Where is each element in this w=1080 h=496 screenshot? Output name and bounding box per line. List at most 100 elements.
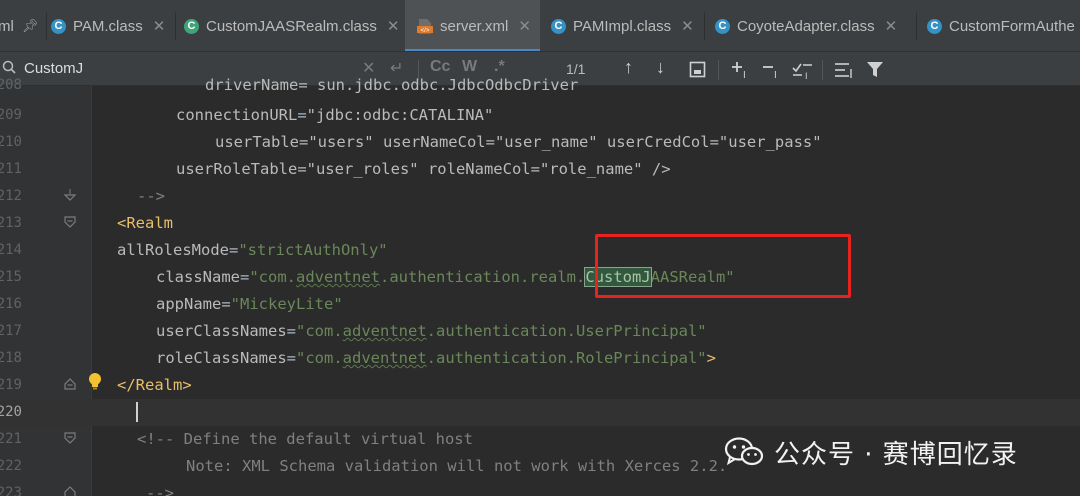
pin-icon[interactable]: 📌︎	[22, 18, 39, 34]
tag-close-bracket: >	[706, 349, 716, 367]
code-line-210: userTable="users" userNameCol="user_name…	[215, 129, 822, 156]
line-number: 220	[0, 404, 22, 420]
svg-text:I: I	[743, 70, 746, 80]
code-line-217: userClassNames="com.adventnet.authentica…	[156, 322, 707, 340]
filter-lines-icon[interactable]	[834, 61, 854, 79]
class-icon: C	[927, 18, 942, 34]
tab-label: CoyoteAdapter.class	[737, 17, 875, 35]
attr-value: "strictAuthOnly"	[238, 241, 388, 259]
line-number: 214	[0, 242, 22, 258]
attr-value-prefix: "com.	[249, 268, 297, 286]
fold-end-icon[interactable]	[64, 378, 76, 390]
line-number: 216	[0, 296, 22, 312]
attr-name: userClassNames	[156, 322, 287, 340]
tab-customformauthe[interactable]: C CustomFormAuthe	[917, 0, 1080, 51]
code-line-209: connectionURL="jdbc:odbc:CATALINA"	[176, 106, 494, 124]
code-line-213: <Realm	[117, 210, 173, 237]
tab-pamimpl-class[interactable]: C PAMImpl.class ✕	[541, 0, 704, 51]
code-line-214: allRolesMode="strictAuthOnly"	[117, 241, 388, 259]
typo-underline: adventnet	[342, 349, 427, 367]
code-line-208: driverName= sun.jdbc.odbc.JdbcOdbcDriver	[205, 72, 578, 99]
line-number: 213	[0, 215, 22, 231]
svg-text:I: I	[805, 71, 808, 80]
tab-ml[interactable]: ml 📌︎	[0, 0, 46, 51]
toolbar-divider	[822, 60, 823, 80]
search-input[interactable]: CustomJ	[24, 60, 83, 77]
svg-text:</>: </>	[421, 28, 430, 34]
code-line-216: appName="MickeyLite"	[156, 295, 343, 313]
tab-coyoteadapter-class[interactable]: C CoyoteAdapter.class ✕	[705, 0, 916, 51]
fold-end-icon[interactable]	[64, 189, 76, 201]
xml-file-icon: </>	[417, 18, 433, 34]
line-number: 211	[0, 161, 22, 177]
class-icon: C	[715, 18, 730, 34]
line-number: 209	[0, 107, 22, 123]
next-occurrence-icon[interactable]: ↓	[656, 57, 665, 78]
fold-start-icon[interactable]	[64, 432, 76, 444]
tab-customjaasrealm-class[interactable]: C CustomJAASRealm.class ✕	[176, 0, 404, 51]
svg-text:I: I	[774, 70, 777, 80]
attr-name: connectionURL	[176, 106, 298, 124]
remove-occurrence-icon[interactable]: I	[762, 60, 782, 80]
lightbulb-icon[interactable]	[87, 372, 103, 390]
line-number: 215	[0, 269, 22, 285]
code-line-219: </Realm>	[117, 372, 192, 399]
attr-value: "jdbc:odbc:CATALINA"	[306, 106, 494, 124]
code-line-223: -->	[146, 480, 174, 496]
tab-label: PAMImpl.class	[573, 17, 672, 35]
comment-end: -->	[137, 187, 165, 205]
line-number: 212	[0, 188, 22, 204]
tag-open: <Realm	[117, 214, 173, 232]
toolbar-divider	[718, 60, 719, 80]
tab-label: server.xml	[440, 17, 509, 35]
code-line-212: -->	[137, 183, 165, 210]
code-line-222: Note: XML Schema validation will not wor…	[186, 453, 727, 480]
attr-name: roleClassNames	[156, 349, 287, 367]
add-occurrence-icon[interactable]: I	[731, 60, 751, 80]
line-number: 210	[0, 134, 22, 150]
tab-label: ml	[0, 17, 14, 35]
code-text: userRoleTable="user_roles" roleNameCol="…	[176, 160, 671, 178]
fold-end-icon[interactable]	[64, 486, 76, 496]
line-number: 218	[0, 350, 22, 366]
tag-close: </Realm>	[117, 376, 192, 394]
filter-icon[interactable]	[866, 61, 884, 78]
close-icon[interactable]: ✕	[518, 17, 531, 35]
tab-label: CustomJAASRealm.class	[206, 17, 377, 35]
editor-tab-bar: ml 📌︎ C PAM.class ✕ C CustomJAASRealm.cl…	[0, 0, 1080, 52]
attr-value-prefix: "com.	[296, 322, 343, 340]
wechat-icon	[724, 437, 764, 466]
previous-occurrence-icon[interactable]: ↑	[624, 57, 633, 78]
select-all-occurrences-icon[interactable]	[689, 61, 706, 78]
attr-value-suffix: .authentication.RolePrincipal"	[426, 349, 707, 367]
class-icon: C	[184, 18, 199, 34]
close-icon[interactable]: ✕	[153, 17, 166, 35]
watermark-text: 公众号 · 赛博回忆录	[774, 439, 1018, 470]
code-line-211: userRoleTable="user_roles" roleNameCol="…	[176, 156, 671, 183]
text-caret	[136, 402, 138, 422]
line-number: 217	[0, 323, 22, 339]
line-number: 222	[0, 458, 22, 474]
line-number: 219	[0, 377, 22, 393]
attr-value-suffix: .authentication.UserPrincipal"	[426, 322, 707, 340]
attr-value: "MickeyLite"	[230, 295, 343, 313]
fold-start-icon[interactable]	[64, 216, 76, 228]
comment-end: -->	[146, 484, 174, 496]
typo-underline: adventnet	[296, 268, 381, 286]
watermark: 公众号 · 赛博回忆录	[724, 436, 1018, 470]
code-text: driverName= sun.jdbc.odbc.JdbcOdbcDriver	[205, 76, 579, 94]
current-line-highlight	[0, 399, 1080, 426]
class-icon: C	[551, 18, 566, 34]
code-text: userTable="users" userNameCol="user_name…	[215, 133, 822, 151]
tab-label: PAM.class	[73, 17, 143, 35]
tab-server-xml[interactable]: </> server.xml ✕	[405, 0, 540, 51]
line-number: 223	[0, 485, 22, 496]
tab-pam-class[interactable]: C PAM.class ✕	[47, 0, 175, 51]
line-number: 221	[0, 431, 22, 447]
close-icon[interactable]: ✕	[885, 17, 898, 35]
select-all-icon[interactable]: I	[792, 60, 814, 80]
close-icon[interactable]: ✕	[387, 17, 400, 35]
close-icon[interactable]: ✕	[681, 17, 694, 35]
class-icon: C	[51, 18, 66, 34]
line-number: 208	[0, 77, 22, 93]
